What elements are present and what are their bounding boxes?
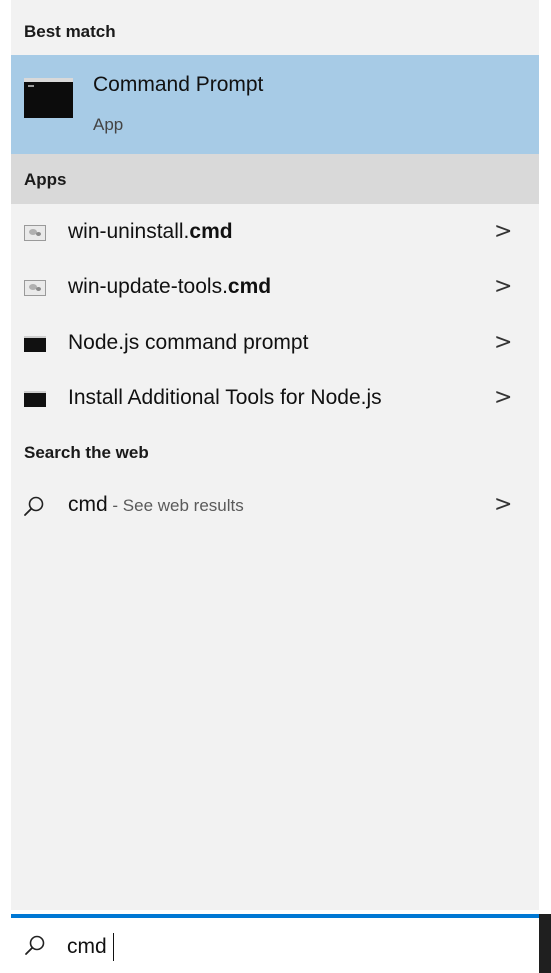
script-file-icon (24, 280, 46, 296)
search-the-web-header: Search the web (24, 443, 149, 462)
search-results-panel: Best match Command Prompt App Apps win-u… (11, 0, 539, 910)
console-icon (24, 336, 46, 352)
web-result-label: cmd - See web results (68, 493, 244, 516)
command-prompt-icon (24, 78, 73, 118)
app-result-win-uninstall[interactable]: win-uninstall.cmd > (11, 206, 539, 260)
left-margin (0, 0, 11, 973)
chevron-right-icon[interactable]: > (494, 219, 512, 244)
best-match-subtitle: App (93, 115, 124, 134)
app-result-label: win-uninstall.cmd (68, 220, 233, 243)
app-result-win-update-tools[interactable]: win-update-tools.cmd > (11, 261, 539, 315)
best-match-title: Command Prompt (93, 73, 264, 96)
web-result-cmd[interactable]: cmd - See web results > (11, 479, 539, 533)
text-caret (113, 933, 114, 961)
taskbar-edge (539, 914, 551, 973)
chevron-right-icon[interactable]: > (494, 492, 512, 517)
app-result-nodejs-command-prompt[interactable]: Node.js command prompt > (11, 317, 539, 371)
right-margin (539, 0, 551, 910)
search-input[interactable] (67, 930, 507, 964)
chevron-right-icon[interactable]: > (494, 385, 512, 410)
script-file-icon (24, 225, 46, 241)
search-box[interactable] (11, 914, 539, 973)
app-result-label: win-update-tools.cmd (68, 275, 272, 298)
chevron-right-icon[interactable]: > (494, 330, 512, 355)
console-icon (24, 391, 46, 407)
web-result-suffix: - See web results (107, 496, 244, 515)
chevron-right-icon[interactable]: > (494, 274, 512, 299)
search-icon (25, 935, 45, 955)
search-icon (24, 496, 44, 516)
apps-header: Apps (11, 154, 539, 204)
best-match-header: Best match (24, 22, 116, 41)
best-match-command-prompt[interactable]: Command Prompt App (11, 55, 539, 154)
app-result-label: Install Additional Tools for Node.js (68, 386, 382, 409)
app-result-label: Node.js command prompt (68, 331, 309, 354)
app-result-install-additional-tools[interactable]: Install Additional Tools for Node.js > (11, 372, 539, 426)
